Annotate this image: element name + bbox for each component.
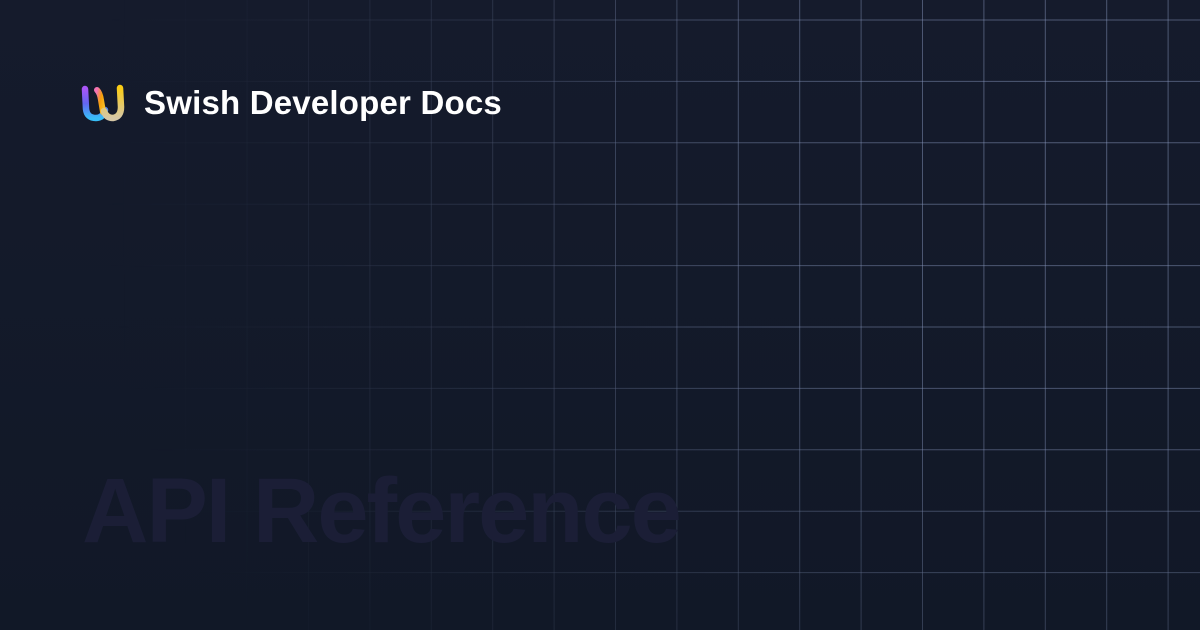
page-heading: API Reference [82,460,682,562]
social-card: Swish Developer Docs API Reference [0,0,1200,630]
site-title[interactable]: Swish Developer Docs [144,84,502,122]
swish-logo-icon [80,84,128,122]
brand-header[interactable]: Swish Developer Docs [80,84,502,122]
